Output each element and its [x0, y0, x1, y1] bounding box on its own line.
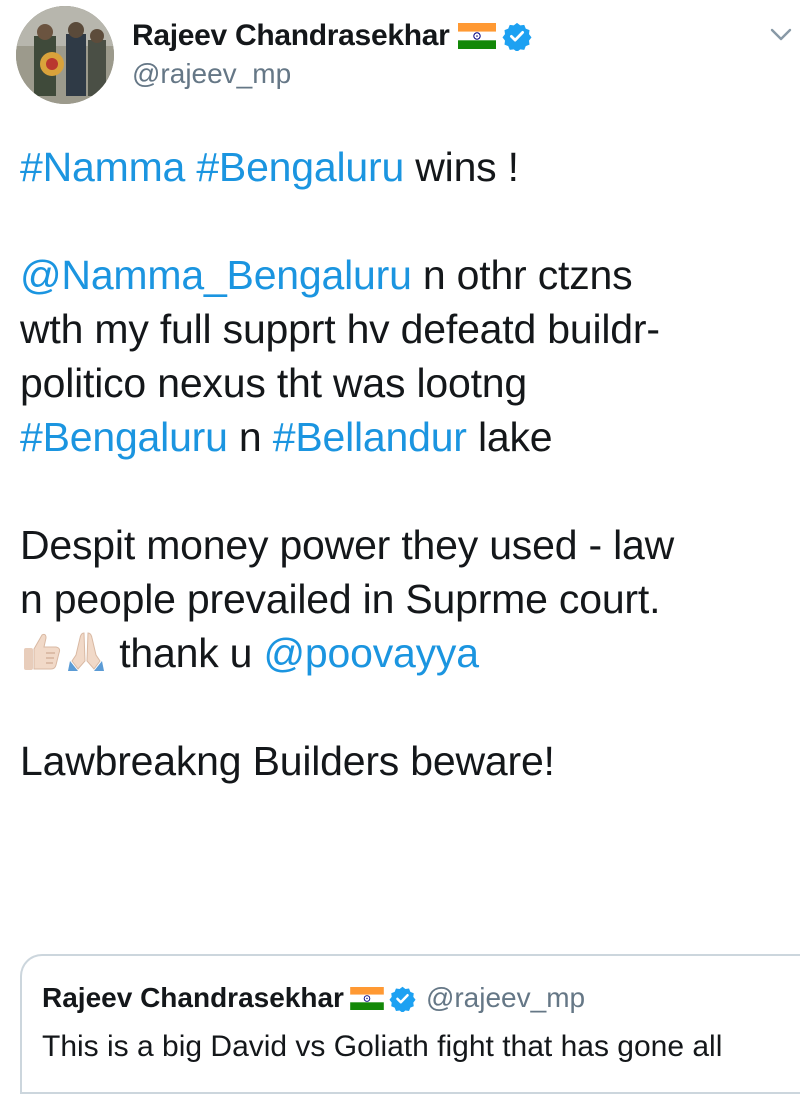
quoted-tweet-text: This is a big David vs Goliath fight tha… — [42, 1030, 723, 1063]
tweet-text: #Namma #Bengaluru wins ! @Namma_Bengalur… — [20, 140, 790, 788]
chevron-down-icon[interactable] — [770, 28, 792, 42]
quoted-author-handle: @rajeev_mp — [425, 982, 586, 1013]
quoted-tweet-header: Rajeev Chandrasekhar @rajeev_mp — [42, 982, 585, 1014]
tweet-line-text: wins ! — [404, 144, 519, 190]
quoted-author-name: Rajeev Chandrasekhar — [42, 982, 344, 1013]
thumbs-up-icon — [24, 633, 61, 670]
india-flag-icon — [457, 23, 496, 49]
tweet-line-text: n people prevailed in Suprme court. — [20, 576, 661, 622]
hashtag-link[interactable]: #Bellandur — [273, 414, 467, 460]
avatar-image — [16, 6, 114, 104]
hashtag-link[interactable]: #Bengaluru — [20, 414, 228, 460]
tweet-line-text: lake — [466, 414, 553, 460]
quoted-tweet[interactable]: Rajeev Chandrasekhar @rajeev_mp This is … — [20, 954, 800, 1094]
tweet-author: Rajeev Chandrasekhar @rajeev_mp — [132, 16, 532, 90]
mention-link[interactable]: @Namma_Bengaluru — [20, 252, 412, 298]
author-handle[interactable]: @rajeev_mp — [132, 58, 532, 90]
tweet-line: #Bengaluru n #Bellandur lake — [20, 410, 790, 464]
india-flag-icon — [350, 986, 384, 1010]
verified-badge-icon — [502, 22, 531, 51]
tweet-line-text: n othr ctzns — [411, 252, 633, 298]
tweet-line: @Namma_Bengaluru n othr ctzns — [20, 248, 790, 302]
hashtag-link[interactable]: #Namma — [20, 144, 185, 190]
tweet-line-text: Lawbreakng Builders beware! — [20, 738, 555, 784]
author-display-name[interactable]: Rajeev Chandrasekhar — [132, 19, 450, 53]
tweet-line-text: thank u — [108, 630, 264, 676]
tweet-line-text: n — [227, 414, 273, 460]
tweet-line: thank u @poovayya — [20, 626, 790, 680]
avatar[interactable] — [16, 6, 114, 104]
tweet-line-text: wth my full supprt hv defeatd buildr- — [20, 306, 660, 352]
author-name-row: Rajeev Chandrasekhar — [132, 16, 532, 56]
tweet-line: #Namma #Bengaluru wins ! — [20, 140, 790, 194]
tweet-line-text: Despit money power they used - law — [20, 522, 675, 568]
mention-link[interactable]: @poovayya — [263, 630, 479, 676]
tweet-line-text: politico nexus tht was lootng — [20, 360, 528, 406]
verified-badge-icon — [389, 986, 416, 1012]
folded-hands-icon — [68, 632, 104, 671]
hashtag-link[interactable]: #Bengaluru — [196, 144, 404, 190]
